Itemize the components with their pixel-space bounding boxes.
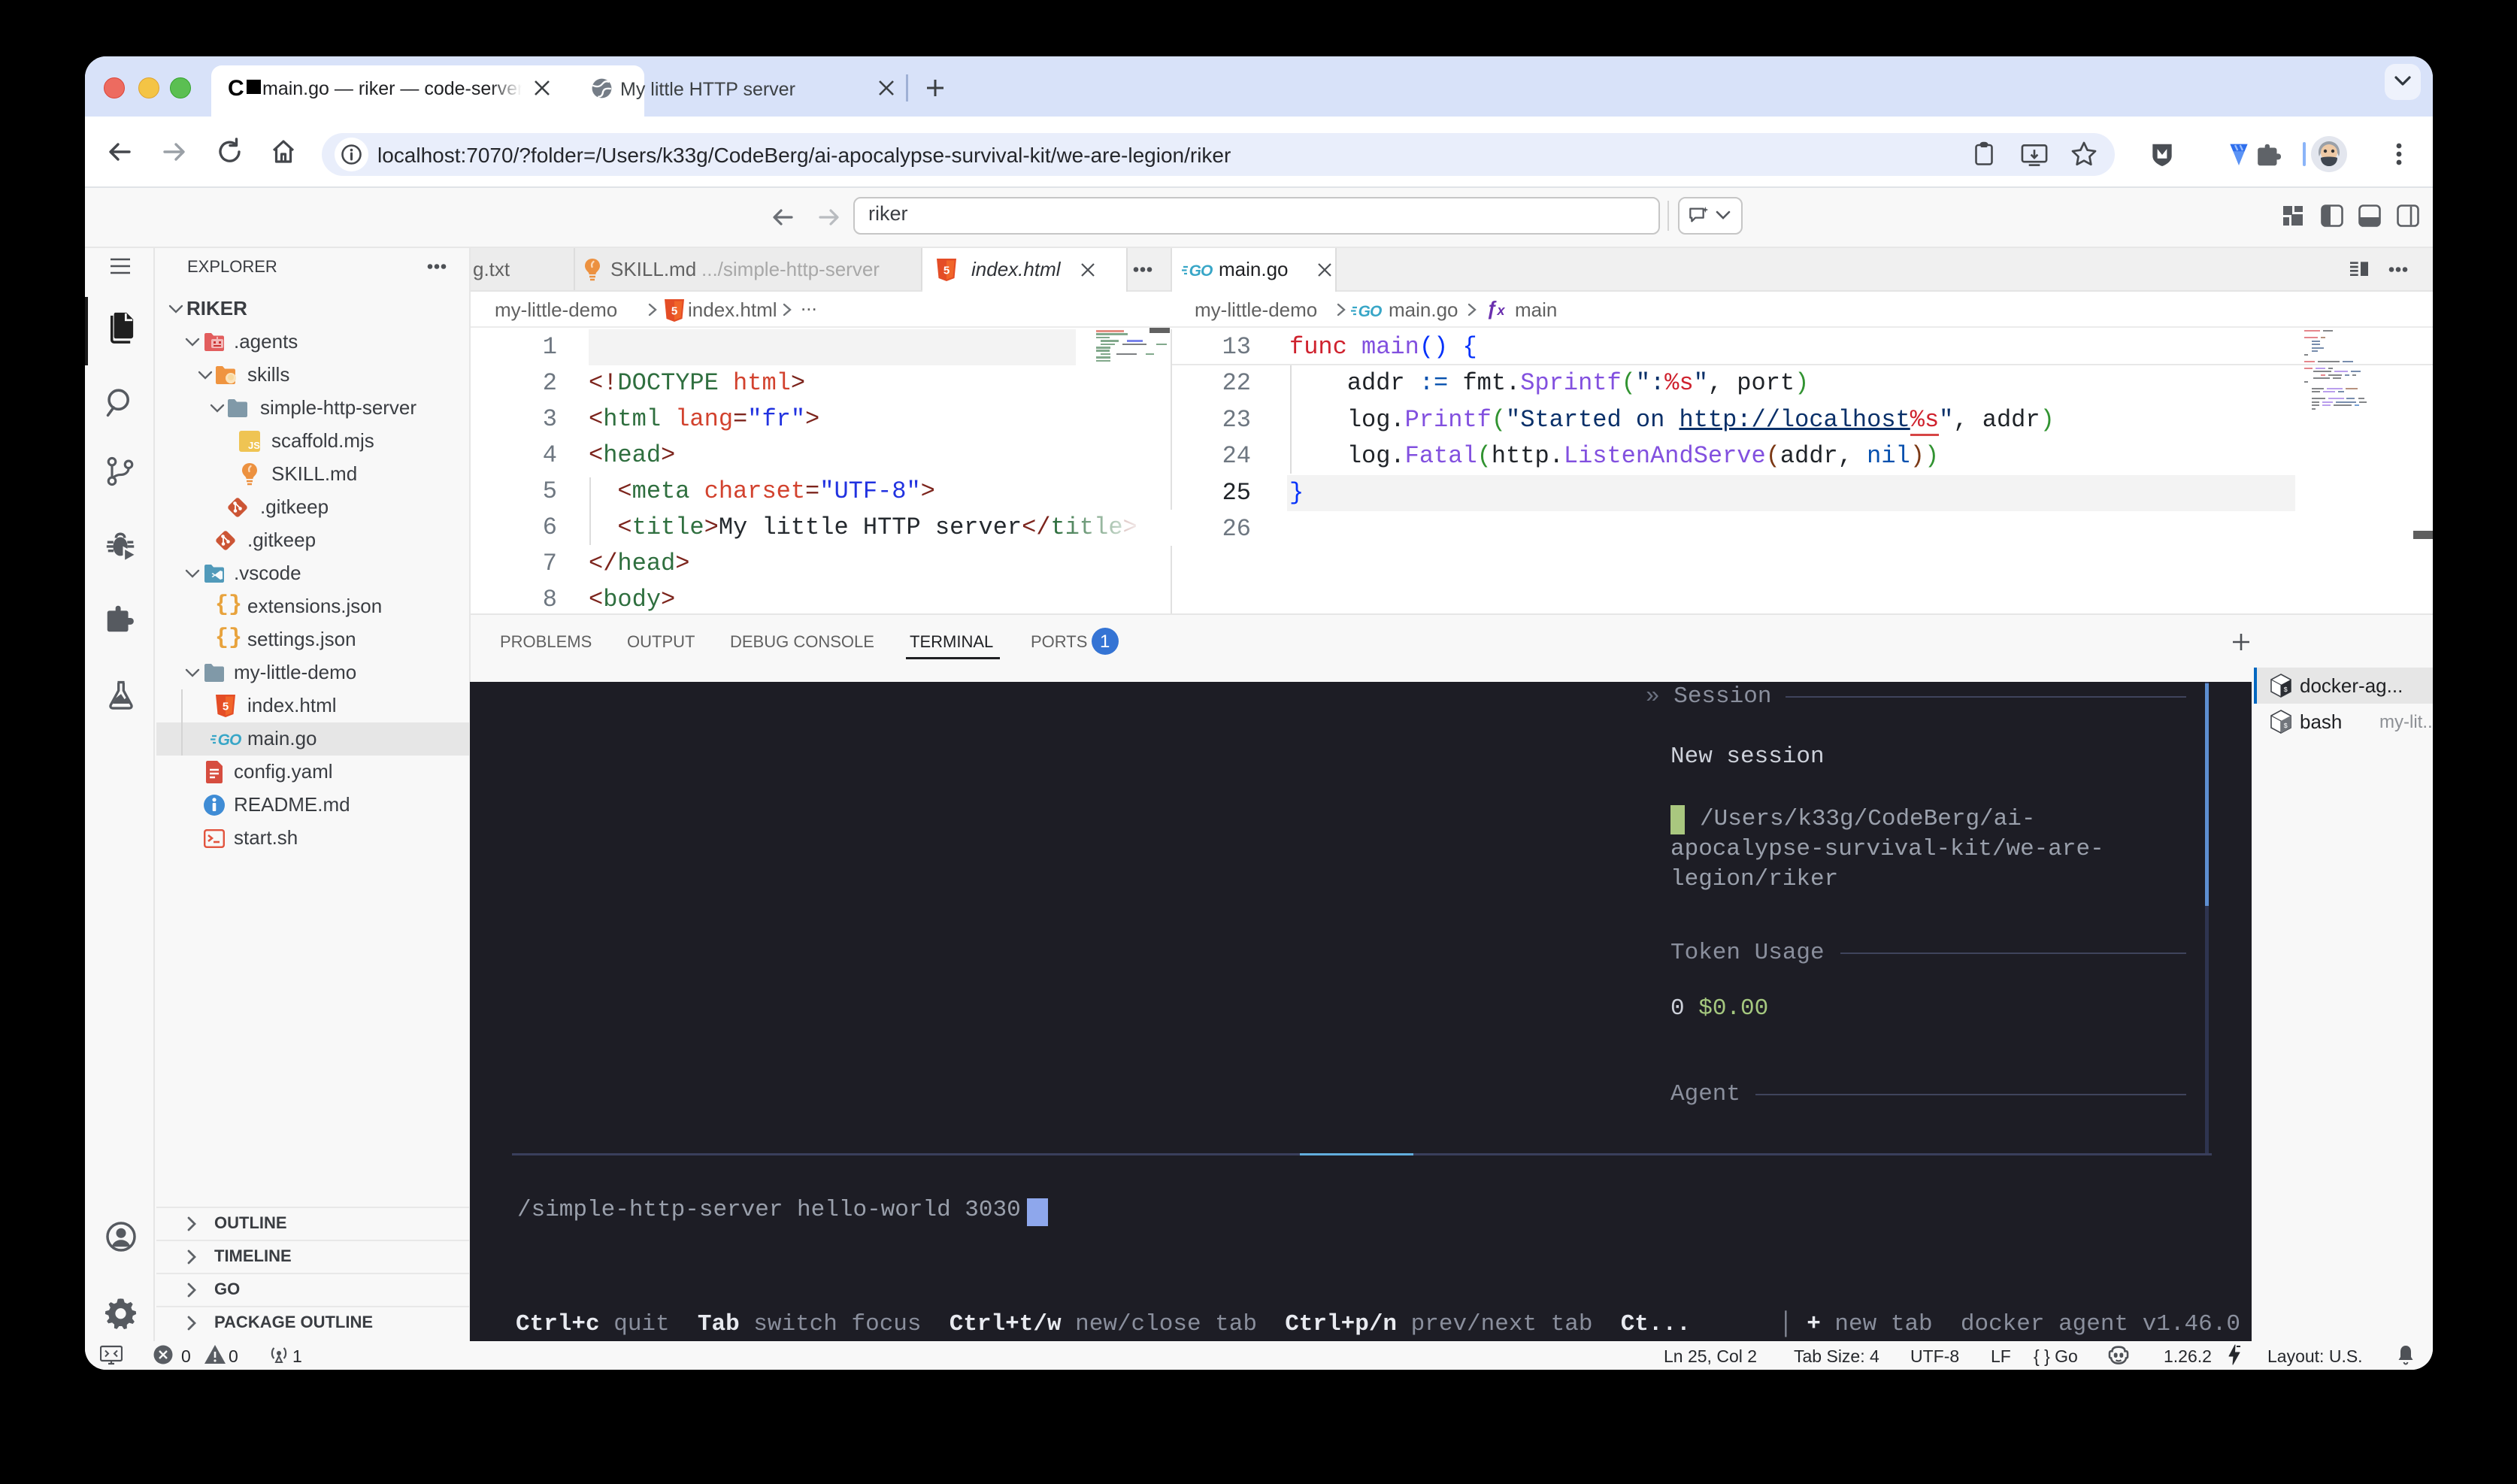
- svg-text:GO: GO: [218, 731, 241, 748]
- svg-text:JS: JS: [248, 440, 260, 451]
- svg-text:$: $: [2284, 686, 2288, 694]
- svg-text:5: 5: [671, 305, 677, 318]
- svg-text:$: $: [2284, 722, 2288, 730]
- svg-text:GO: GO: [1189, 262, 1213, 279]
- svg-text:GO: GO: [1358, 303, 1382, 320]
- svg-text:5: 5: [223, 701, 229, 713]
- svg-text:5: 5: [943, 265, 950, 277]
